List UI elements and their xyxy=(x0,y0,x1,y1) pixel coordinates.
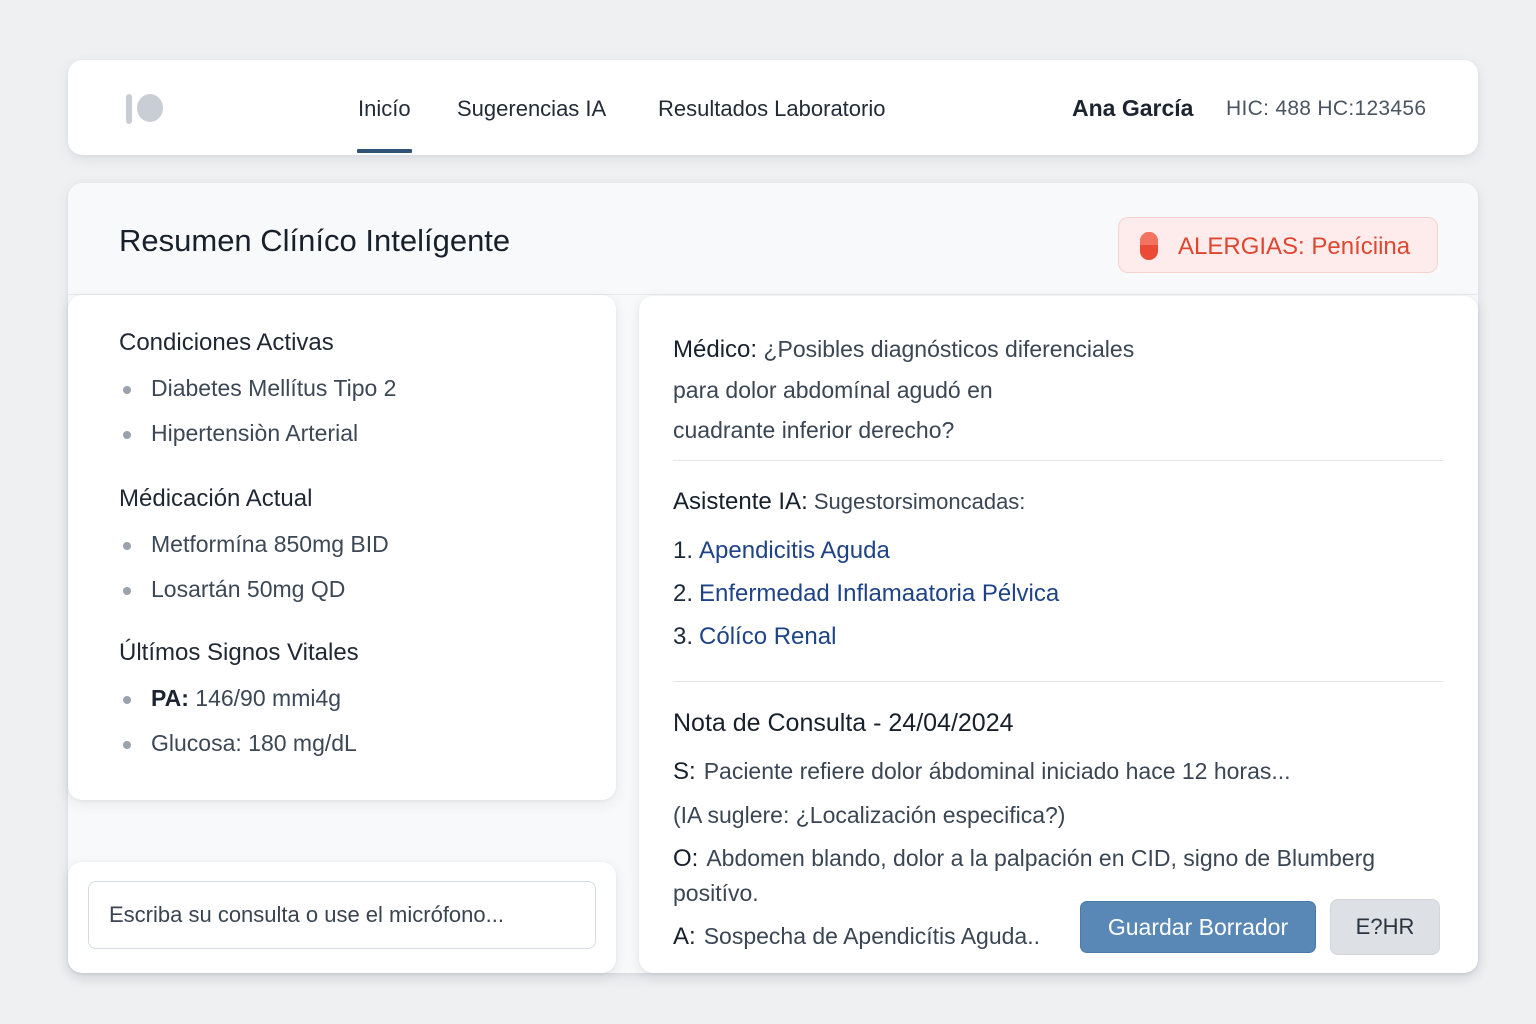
medication-item: Metformína 850mg BID xyxy=(123,531,389,557)
diagnosis-number: 3. xyxy=(673,623,694,650)
tab-resultados-laboratorio[interactable]: Resultados Laboratorio xyxy=(658,96,885,122)
diagnosis-link[interactable]: Cólíco Renal xyxy=(699,623,836,650)
note-o-text[interactable]: Abdomen blando, dolor a la palpación en … xyxy=(706,845,1375,871)
diagnosis-number: 1. xyxy=(673,537,694,564)
vitals-title: Últímos Signos Vitales xyxy=(119,639,359,666)
condition-item: Diabetes Mellítus Tipo 2 xyxy=(122,375,397,401)
ai-label: Asistente IA: xyxy=(673,488,808,515)
allergy-badge[interactable]: ALERGIAS: Peníciina xyxy=(1118,217,1438,273)
medication-item: Losartán 50mg QD xyxy=(122,576,346,602)
ai-response-header: Asistente IA: Sugestorsimoncadas: xyxy=(673,488,1025,516)
note-assessment: A: Sospecha de Apendicítis Aguda.. xyxy=(673,923,1040,951)
patient-summary-card: Condiciones Activas Diabetes Mellítus Ti… xyxy=(68,295,616,800)
doctor-question: Médico: ¿Posibles diagnósticos diferenci… xyxy=(673,329,1233,450)
query-input[interactable] xyxy=(88,881,596,949)
note-objective-continued[interactable]: positívo. xyxy=(673,880,759,907)
note-divider xyxy=(673,681,1443,682)
app-logo-icon[interactable] xyxy=(126,94,166,124)
doctor-question-line: ¿Posibles diagnósticos diferenciales xyxy=(763,336,1135,362)
save-draft-button[interactable]: Guardar Borrador xyxy=(1080,901,1316,953)
note-o-label: O: xyxy=(673,845,699,872)
page-title: Resumen Clíníco Intelígente xyxy=(119,223,511,258)
patient-name: Ana García xyxy=(1072,95,1194,121)
medication-title: Médicación Actual xyxy=(119,485,313,512)
diagnosis-link[interactable]: Apendicitis Aguda xyxy=(699,537,890,564)
diagnosis-item: 1. Apendicitis Aguda xyxy=(673,537,890,565)
vital-item-pa: PA: 146/90 mmi4g xyxy=(122,685,342,712)
note-s-text[interactable]: Paciente refiere dolor ábdominal iniciad… xyxy=(704,758,1291,784)
doctor-label: Médico: xyxy=(673,336,758,363)
conditions-title: Condiciones Activas xyxy=(119,329,334,356)
diagnosis-number: 2. xyxy=(673,580,694,607)
diagnosis-link[interactable]: Enfermedad Inflamaatoria Pélvica xyxy=(699,580,1059,607)
ehr-button[interactable]: E?HR xyxy=(1330,899,1440,955)
tab-inicio[interactable]: Inicío xyxy=(357,96,412,153)
ai-intro: Sugestorsimoncadas: xyxy=(813,489,1026,514)
doctor-question-line: para dolor abdomínal agudó en xyxy=(673,377,993,403)
diagnosis-item: 2. Enfermedad Inflamaatoria Pélvica xyxy=(673,580,1059,608)
diagnosis-item: 3. Cólíco Renal xyxy=(673,623,836,651)
pill-icon xyxy=(1140,232,1158,260)
ai-hint: (IA suglere: ¿Localización especifica?) xyxy=(673,802,1066,828)
tab-sugerencias-ia[interactable]: Sugerencias IA xyxy=(457,96,606,122)
doctor-question-line: cuadrante inferior derecho? xyxy=(673,417,955,443)
chat-divider xyxy=(673,460,1443,461)
vital-value: 146/90 mmi4g xyxy=(195,685,342,711)
consultation-note-title: Nota de Consulta - 24/04/2024 xyxy=(673,709,1014,737)
vital-item-glucosa: Glucosa: 180 mg/dL xyxy=(123,730,357,756)
note-a-label: A: xyxy=(673,923,696,950)
note-s-label: S: xyxy=(673,758,696,785)
note-objective: O: Abdomen blando, dolor a la palpación e… xyxy=(673,845,1375,873)
ai-chat-card: Médico: ¿Posibles diagnósticos diferenci… xyxy=(639,296,1478,973)
note-subjective: S: Paciente refiere dolor ábdominal inici… xyxy=(673,758,1291,786)
allergy-label: ALERGIAS: Peníciina xyxy=(1178,233,1411,260)
note-a-text[interactable]: Sospecha de Apendicítis Aguda.. xyxy=(704,923,1040,949)
query-card xyxy=(68,862,616,973)
condition-item: Hipertensiòn Arterial xyxy=(122,420,359,446)
top-navbar: Inicío Sugerencias IA Resultados Laborat… xyxy=(68,60,1478,155)
patient-ids: HIC: 488 HC:123456 xyxy=(1226,97,1427,120)
vital-label: PA: xyxy=(151,685,189,711)
